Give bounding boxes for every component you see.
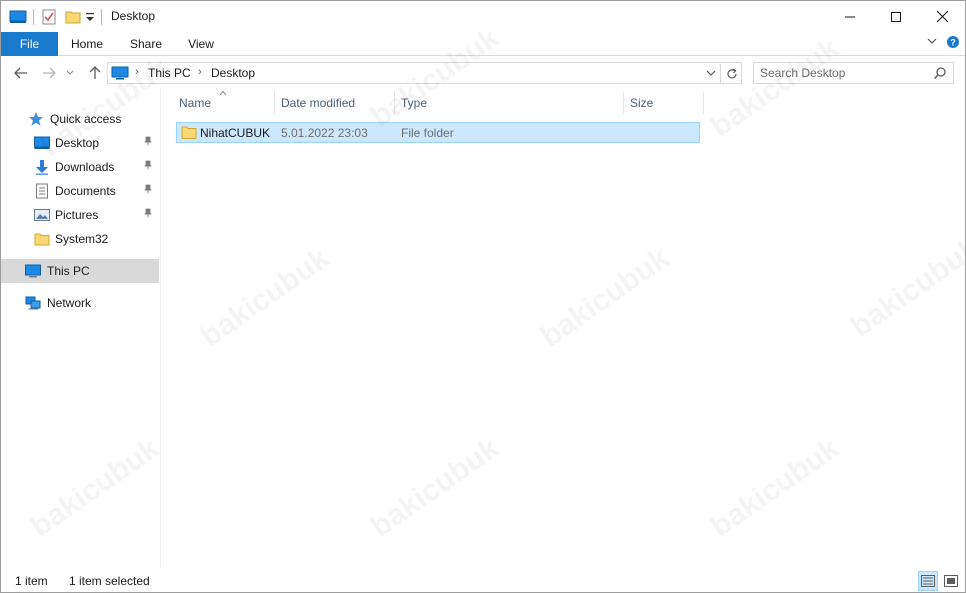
search-box[interactable] xyxy=(753,62,954,84)
column-header-name[interactable]: Name xyxy=(179,89,211,117)
file-name: NihatCUBUK xyxy=(200,126,271,140)
help-icon[interactable]: ? xyxy=(946,35,960,52)
sidebar-item-desktop[interactable]: Desktop xyxy=(1,131,159,155)
sidebar-item-network[interactable]: Network xyxy=(1,291,159,315)
file-date-modified: 5.01.2022 23:03 xyxy=(281,126,368,140)
forward-button[interactable] xyxy=(39,63,59,83)
window-title: Desktop xyxy=(111,9,156,23)
details-view-button[interactable] xyxy=(918,571,938,591)
sort-ascending-icon xyxy=(219,88,227,98)
file-list: Name Date modified Type Size NihatCUBUK … xyxy=(161,89,965,567)
navigation-bar: › This PC › Desktop xyxy=(1,57,965,89)
folder-icon xyxy=(34,231,50,247)
status-bar: 1 item 1 item selected xyxy=(1,569,965,593)
app-icon[interactable] xyxy=(9,7,27,27)
item-count: 1 item xyxy=(15,574,48,588)
sidebar-item-system32[interactable]: System32 xyxy=(1,227,159,251)
tab-share[interactable]: Share xyxy=(123,32,169,56)
ribbon-tabs: File Home Share View ? xyxy=(1,32,965,56)
network-icon xyxy=(25,295,41,311)
sidebar-item-downloads[interactable]: Downloads xyxy=(1,155,159,179)
up-button[interactable] xyxy=(85,63,105,83)
sidebar-item-label: Desktop xyxy=(55,136,100,150)
new-folder-icon[interactable] xyxy=(65,7,81,27)
recent-locations-icon[interactable] xyxy=(63,63,77,83)
svg-text:?: ? xyxy=(950,38,956,48)
breadcrumb-chevron-icon[interactable]: › xyxy=(135,66,139,78)
this-pc-icon xyxy=(111,65,129,84)
large-icons-view-button[interactable] xyxy=(941,571,961,591)
computer-icon xyxy=(25,263,41,279)
expand-ribbon-icon[interactable] xyxy=(927,36,937,49)
pin-icon xyxy=(143,208,153,221)
search-icon[interactable] xyxy=(933,66,947,80)
column-header-date-modified[interactable]: Date modified xyxy=(281,89,355,117)
close-button[interactable] xyxy=(919,1,965,32)
file-type: File folder xyxy=(401,126,454,140)
sidebar-item-label: Pictures xyxy=(55,208,99,222)
column-header-size[interactable]: Size xyxy=(630,89,653,117)
address-bar[interactable]: › This PC › Desktop xyxy=(107,62,742,84)
back-button[interactable] xyxy=(11,63,31,83)
navigation-pane: Quick access Desktop Downloads Documents… xyxy=(1,89,161,567)
sidebar-item-this-pc[interactable]: This PC xyxy=(1,259,159,283)
table-row[interactable]: NihatCUBUK 5.01.2022 23:03 File folder xyxy=(176,122,700,143)
sidebar-item-label: Network xyxy=(47,296,92,310)
sidebar-item-label: This PC xyxy=(47,264,90,278)
explorer-window: Desktop File Home Share View ? › This PC… xyxy=(0,0,966,593)
minimize-button[interactable] xyxy=(827,1,873,32)
pin-icon xyxy=(143,136,153,149)
title-bar: Desktop xyxy=(1,1,965,32)
breadcrumb-desktop[interactable]: Desktop xyxy=(211,66,255,80)
breadcrumb-chevron-icon[interactable]: › xyxy=(198,66,202,78)
sidebar-item-label: System32 xyxy=(55,232,109,246)
selection-count: 1 item selected xyxy=(69,574,150,588)
maximize-button[interactable] xyxy=(873,1,919,32)
sidebar-item-pictures[interactable]: Pictures xyxy=(1,203,159,227)
tab-view[interactable]: View xyxy=(179,32,223,56)
tab-home[interactable]: Home xyxy=(63,32,111,56)
customize-qat-icon[interactable] xyxy=(85,7,95,27)
column-header-type[interactable]: Type xyxy=(401,89,427,117)
pin-icon xyxy=(143,160,153,173)
desktop-icon xyxy=(34,135,50,151)
sidebar-item-documents[interactable]: Documents xyxy=(1,179,159,203)
folder-icon xyxy=(181,125,197,143)
address-history-icon[interactable] xyxy=(702,64,720,82)
document-icon xyxy=(34,183,50,199)
pin-icon xyxy=(143,184,153,197)
tab-file[interactable]: File xyxy=(1,32,58,56)
star-icon xyxy=(28,111,44,127)
search-input[interactable] xyxy=(760,65,925,81)
download-icon xyxy=(34,159,50,175)
sidebar-item-label: Documents xyxy=(55,184,116,198)
breadcrumb-this-pc[interactable]: This PC xyxy=(148,66,191,80)
refresh-button[interactable] xyxy=(720,64,742,84)
properties-icon[interactable] xyxy=(41,7,57,27)
sidebar-item-label: Downloads xyxy=(55,160,115,174)
sidebar-item-quick-access[interactable]: Quick access xyxy=(1,107,159,131)
sidebar-item-label: Quick access xyxy=(50,112,122,126)
pictures-icon xyxy=(34,207,50,223)
